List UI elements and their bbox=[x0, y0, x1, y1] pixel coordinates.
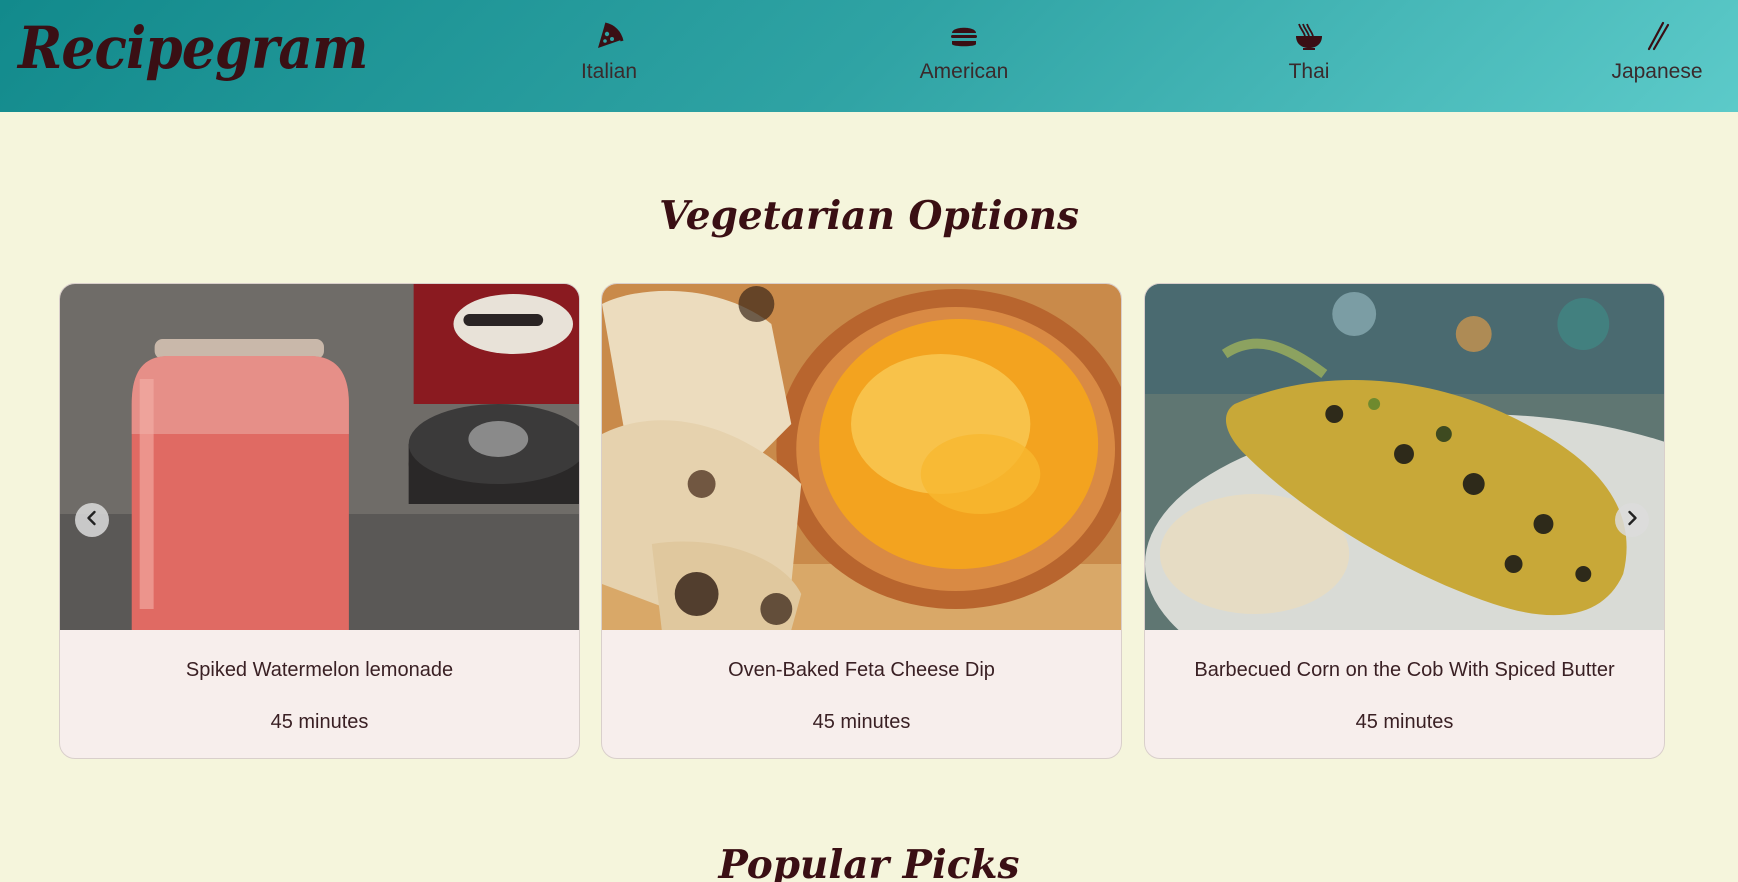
recipe-title: Spiked Watermelon lemonade bbox=[185, 659, 454, 681]
nav-item-label: American bbox=[919, 60, 1009, 83]
nav-item-thai[interactable]: Thai bbox=[1234, 20, 1384, 90]
nav-item-label: Italian bbox=[580, 60, 638, 83]
noodle-bowl-icon bbox=[1234, 20, 1384, 52]
recipe-title: Oven-Baked Feta Cheese Dip bbox=[728, 659, 995, 681]
recipe-time: 45 minutes bbox=[1355, 711, 1454, 733]
nav-item-label: Thai bbox=[1288, 60, 1330, 83]
site-logo[interactable]: Recipegram bbox=[18, 14, 369, 82]
burger-icon bbox=[889, 20, 1039, 52]
nav-item-label: Japanese bbox=[1611, 60, 1703, 83]
recipe-time: 45 minutes bbox=[812, 711, 911, 733]
recipe-photo-feta-dip bbox=[602, 284, 1121, 630]
nav-item-italian[interactable]: Italian bbox=[534, 20, 684, 90]
nav-item-american[interactable]: American bbox=[889, 20, 1039, 90]
chevron-left-icon bbox=[83, 509, 101, 531]
site-header: Recipegram Italian American Thai Japanes… bbox=[0, 0, 1738, 112]
recipe-title: Barbecued Corn on the Cob With Spiced Bu… bbox=[1194, 659, 1615, 681]
recipe-time: 45 minutes bbox=[270, 711, 369, 733]
recipe-card[interactable]: Barbecued Corn on the Cob With Spiced Bu… bbox=[1144, 283, 1665, 759]
recipe-card[interactable]: Oven-Baked Feta Cheese Dip 45 minutes bbox=[601, 283, 1122, 759]
pizza-icon bbox=[534, 20, 684, 52]
chopsticks-icon bbox=[1582, 20, 1732, 52]
carousel-next-button[interactable] bbox=[1615, 503, 1649, 537]
section-title-popular: Popular Picks bbox=[718, 842, 1020, 882]
recipe-photo-watermelon-lemonade bbox=[60, 284, 579, 630]
section-title-vegetarian: Vegetarian Options bbox=[659, 193, 1079, 239]
carousel-prev-button[interactable] bbox=[75, 503, 109, 537]
nav-item-japanese[interactable]: Japanese bbox=[1582, 20, 1732, 90]
recipe-photo-grilled-corn bbox=[1145, 284, 1664, 630]
chevron-right-icon bbox=[1623, 509, 1641, 531]
recipe-card[interactable]: Spiked Watermelon lemonade 45 minutes bbox=[59, 283, 580, 759]
